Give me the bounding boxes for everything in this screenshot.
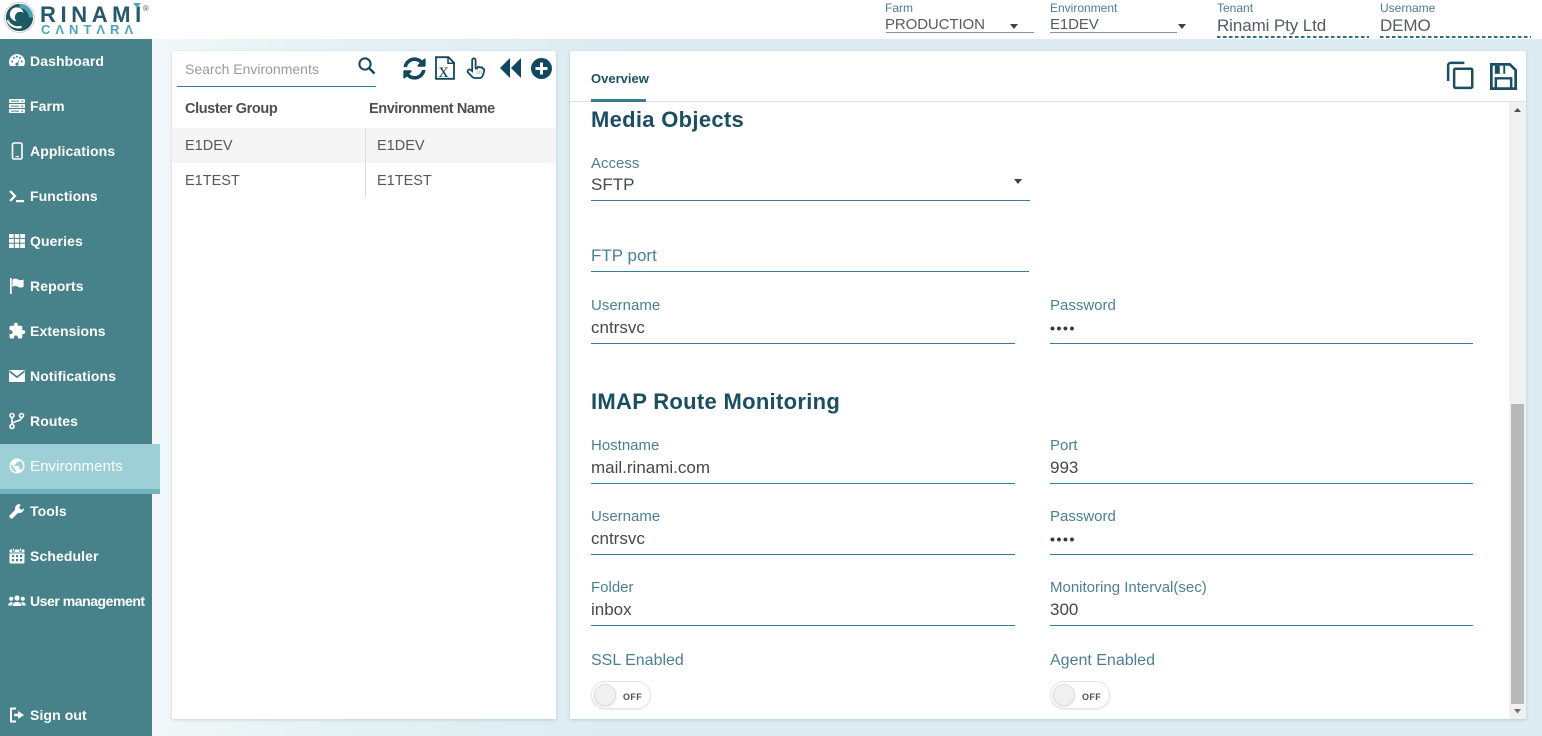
svg-text:x: x	[439, 60, 449, 80]
